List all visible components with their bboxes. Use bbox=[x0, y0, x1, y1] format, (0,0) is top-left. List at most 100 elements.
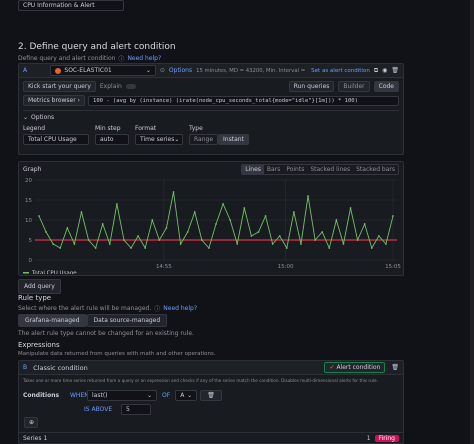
delete-condition-button[interactable]: 🗑 bbox=[200, 390, 222, 401]
explain-toggle[interactable] bbox=[125, 84, 136, 89]
options-toggle[interactable]: Options bbox=[169, 67, 192, 74]
legend-input[interactable]: Total CPU Usage bbox=[23, 134, 89, 145]
data-point bbox=[123, 239, 125, 241]
expression-name: Classic condition bbox=[33, 363, 88, 372]
eye-icon[interactable]: ◉ bbox=[382, 67, 387, 74]
data-point bbox=[144, 247, 147, 249]
cpu-line-chart[interactable]: 0 5 10 15 20 14:55 15:00 15:05 Total CPU Usage bbox=[19, 174, 403, 274]
data-point bbox=[335, 219, 338, 221]
data-point bbox=[94, 247, 97, 249]
datasource-picker[interactable]: SOC-ELASTIC01 ⌄ bbox=[50, 65, 156, 76]
data-point bbox=[229, 219, 232, 221]
set-alert-condition-button[interactable]: Set as alert condition bbox=[311, 68, 370, 74]
tab-points[interactable]: Points bbox=[283, 165, 307, 174]
rule-type-desc-row: Select where the alert rule will be mana… bbox=[18, 304, 197, 313]
duplicate-icon[interactable]: ⧉ bbox=[374, 67, 378, 75]
metrics-browser-button[interactable]: Metrics browser › bbox=[23, 95, 86, 106]
rule-type-toggle: Grafana-managed Data source-managed bbox=[18, 314, 168, 327]
min-step-label: Min step bbox=[95, 125, 121, 132]
min-step-input[interactable]: auto bbox=[95, 134, 129, 145]
tab-stacked-lines[interactable]: Stacked lines bbox=[307, 165, 353, 174]
data-point bbox=[300, 243, 302, 245]
query-ref[interactable]: A bbox=[23, 67, 46, 74]
of-keyword: OF bbox=[162, 392, 171, 399]
trash-icon[interactable]: 🗑 bbox=[391, 364, 399, 371]
threshold-row: IS ABOVE 5 bbox=[19, 401, 403, 415]
legend-label: Legend bbox=[23, 125, 46, 132]
type-range-button[interactable]: Range bbox=[189, 134, 219, 145]
y-tick-label: 5 bbox=[29, 238, 33, 244]
data-point bbox=[392, 215, 394, 217]
kick-start-button[interactable]: Kick start your query bbox=[23, 81, 96, 92]
info-icon: ⓘ bbox=[154, 306, 161, 313]
metrics-browser-label: Metrics browser bbox=[28, 97, 76, 104]
chevron-down-icon[interactable]: ⌄ bbox=[23, 114, 28, 121]
x-tick-label: 14:55 bbox=[156, 264, 172, 270]
data-point bbox=[356, 239, 359, 241]
legend-swatch bbox=[23, 272, 29, 274]
datasource-name: SOC-ELASTIC01 bbox=[64, 67, 112, 74]
data-point bbox=[87, 239, 90, 241]
options-header[interactable]: Options bbox=[31, 114, 54, 121]
need-help-link[interactable]: Need help? bbox=[127, 55, 161, 62]
add-query-button[interactable]: Add query bbox=[18, 279, 61, 294]
type-instant-button[interactable]: Instant bbox=[218, 134, 249, 145]
data-point bbox=[172, 191, 175, 193]
condition-row: Conditions WHEN last() ⌄ OF A ⌄ 🗑 bbox=[19, 386, 403, 401]
trash-icon[interactable]: 🗑 bbox=[391, 67, 399, 74]
data-point bbox=[236, 243, 239, 245]
data-point bbox=[385, 243, 387, 245]
section-title: 2. Define query and alert condition bbox=[18, 42, 176, 52]
tab-lines[interactable]: Lines bbox=[242, 165, 264, 174]
tab-stacked-bars[interactable]: Stacked bars bbox=[353, 165, 398, 174]
query-panel: A SOC-ELASTIC01 ⌄ ⊙ Options 15 minutes, … bbox=[18, 63, 404, 155]
run-queries-button[interactable]: Run queries bbox=[288, 81, 335, 92]
collapse-icon[interactable]: ⊙ bbox=[160, 67, 165, 74]
data-point bbox=[264, 215, 267, 217]
data-point bbox=[130, 247, 132, 249]
y-tick-label: 20 bbox=[25, 178, 32, 184]
reducer-select[interactable]: last() ⌄ bbox=[87, 390, 157, 401]
datasource-icon bbox=[55, 67, 62, 74]
rule-type-desc: Select where the alert rule will be mana… bbox=[18, 305, 152, 312]
graph-title: Graph bbox=[23, 166, 42, 173]
data-point bbox=[73, 243, 76, 245]
expression-info: Takes one or more time series returned f… bbox=[23, 378, 378, 383]
chevron-down-icon: ⌄ bbox=[174, 136, 180, 143]
query-editor[interactable]: 100 - (avg by (instance) (irate(node_cpu… bbox=[88, 95, 399, 106]
add-condition-button[interactable]: ⊕ bbox=[24, 417, 38, 428]
trash-icon: 🗑 bbox=[207, 392, 215, 399]
builder-mode-button[interactable]: Builder bbox=[338, 81, 370, 92]
grafana-managed-button[interactable]: Grafana-managed bbox=[18, 314, 87, 327]
legend-label: Total CPU Usage bbox=[31, 271, 77, 275]
data-point bbox=[278, 235, 281, 237]
data-point bbox=[285, 247, 288, 249]
expression-panel: B Classic condition ✓ Alert condition 🗑 … bbox=[18, 360, 404, 444]
alert-condition-badge: ✓ Alert condition bbox=[324, 362, 386, 373]
data-point bbox=[208, 247, 210, 249]
evaluator-select[interactable]: IS ABOVE bbox=[84, 406, 118, 413]
rule-name-input[interactable]: CPU Information & Alert bbox=[18, 0, 124, 11]
threshold-input[interactable]: 5 bbox=[121, 404, 151, 415]
query-ref-value: A bbox=[180, 392, 185, 399]
expressions-desc: Manipulate data returned from queries wi… bbox=[18, 351, 216, 357]
page-scrollbar[interactable] bbox=[470, 0, 474, 444]
tab-bars[interactable]: Bars bbox=[264, 165, 283, 174]
series-label: Series 1 bbox=[23, 435, 48, 442]
data-point bbox=[321, 231, 324, 233]
section-desc: Define query and alert condition bbox=[18, 55, 116, 62]
expression-ref[interactable]: B bbox=[23, 364, 27, 371]
y-tick-label: 0 bbox=[29, 258, 33, 264]
data-point bbox=[165, 227, 168, 229]
data-point bbox=[271, 243, 274, 245]
code-mode-button[interactable]: Code bbox=[373, 81, 399, 92]
x-tick-label: 15:00 bbox=[278, 264, 294, 270]
data-point bbox=[349, 207, 352, 209]
data-point bbox=[243, 207, 246, 209]
query-ref-select[interactable]: A ⌄ bbox=[175, 390, 198, 401]
data-point bbox=[222, 203, 224, 205]
datasource-managed-button[interactable]: Data source-managed bbox=[86, 314, 168, 327]
chevron-down-icon: ⌄ bbox=[187, 392, 193, 399]
format-select[interactable]: Time series ⌄ bbox=[135, 134, 183, 145]
rule-type-help-link[interactable]: Need help? bbox=[163, 305, 197, 312]
